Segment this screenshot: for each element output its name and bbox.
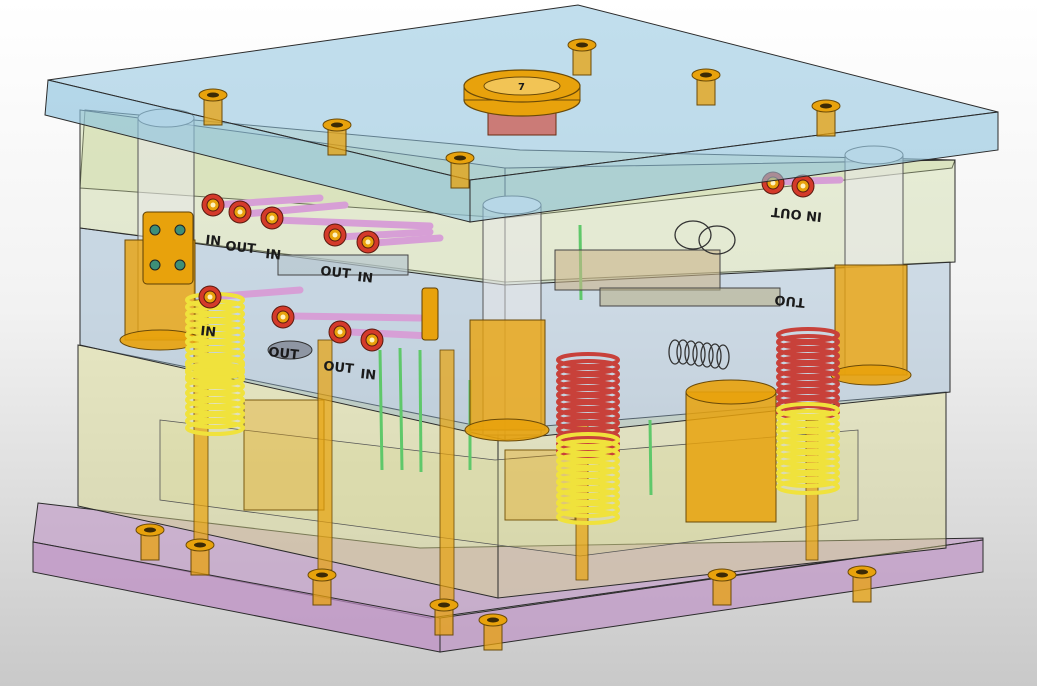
coolant-fitting <box>360 328 384 352</box>
coolant-fitting <box>271 305 295 329</box>
coolant-fitting <box>356 230 380 254</box>
sprue-bushing-mark: 7 <box>518 82 525 93</box>
coolant-label: OUT <box>323 359 355 377</box>
cad-viewport[interactable]: 7 IN OUT IN OUT IN IN OUT OUT IN IN OUT … <box>0 0 1037 686</box>
coolant-label: IN <box>205 233 222 250</box>
injection-mold-assembly-3d-view[interactable]: 7 IN OUT IN OUT IN IN OUT OUT IN IN OUT … <box>0 0 1037 686</box>
coolant-label: IN <box>357 270 374 287</box>
coolant-fitting <box>201 193 225 217</box>
coolant-fitting <box>260 206 284 230</box>
coolant-fitting <box>228 200 252 224</box>
coolant-fitting <box>323 223 347 247</box>
coolant-fitting <box>328 320 352 344</box>
coolant-label: IN <box>200 324 217 341</box>
coolant-label: OUT <box>225 239 257 257</box>
coolant-label: TUO <box>774 291 806 309</box>
coolant-fitting <box>791 174 815 198</box>
coolant-label: OUT <box>268 345 300 363</box>
coolant-label: OUT <box>320 264 352 282</box>
coolant-label: IN <box>265 247 282 264</box>
coolant-label: IN <box>360 367 377 384</box>
coolant-fitting <box>198 285 222 309</box>
